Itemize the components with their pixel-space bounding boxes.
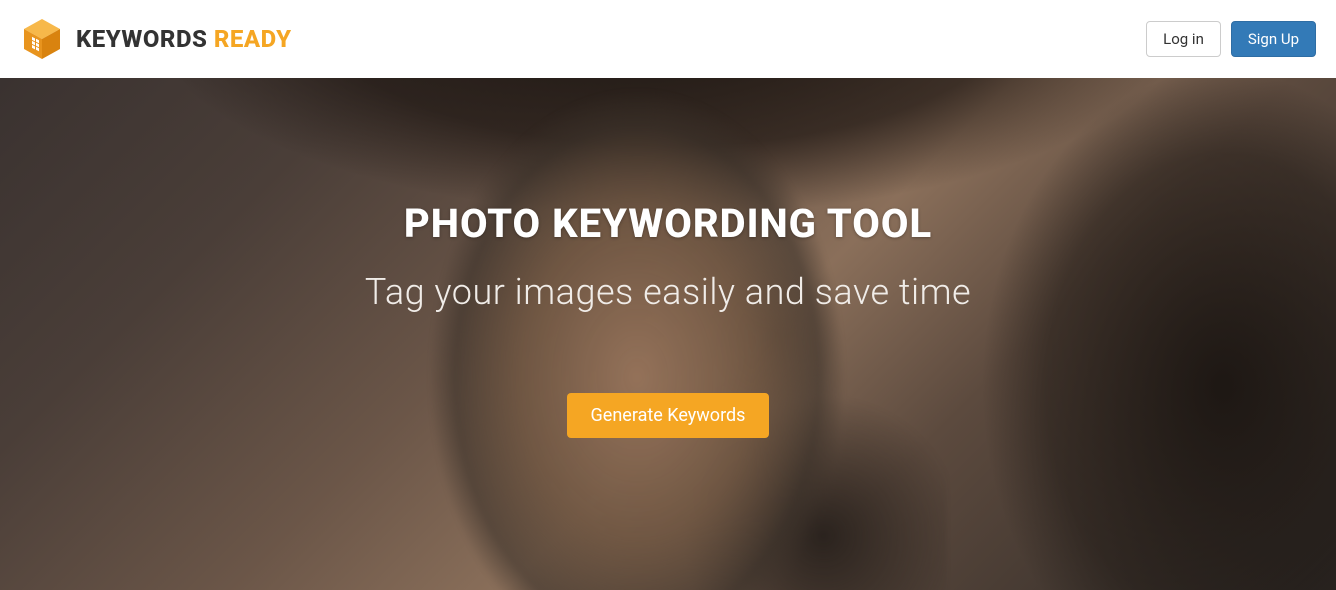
hero-section: PHOTO KEYWORDING TOOL Tag your images ea… (0, 78, 1336, 590)
generate-keywords-button[interactable]: Generate Keywords (567, 393, 770, 438)
logo-text: KEYWORDS READY (76, 25, 292, 53)
site-header: KEYWORDS READY Log in Sign Up (0, 0, 1336, 78)
nav-buttons: Log in Sign Up (1146, 21, 1316, 57)
logo-word-1: KEYWORDS (76, 25, 214, 53)
hero-content: PHOTO KEYWORDING TOOL Tag your images ea… (365, 200, 971, 438)
logo-word-2: READY (214, 25, 292, 53)
hero-bg-shape (956, 78, 1336, 590)
cube-icon (20, 17, 64, 61)
hero-subtitle: Tag your images easily and save time (365, 271, 971, 313)
hero-title: PHOTO KEYWORDING TOOL (365, 200, 971, 247)
logo[interactable]: KEYWORDS READY (20, 17, 292, 61)
login-button[interactable]: Log in (1146, 21, 1221, 57)
signup-button[interactable]: Sign Up (1231, 21, 1316, 57)
